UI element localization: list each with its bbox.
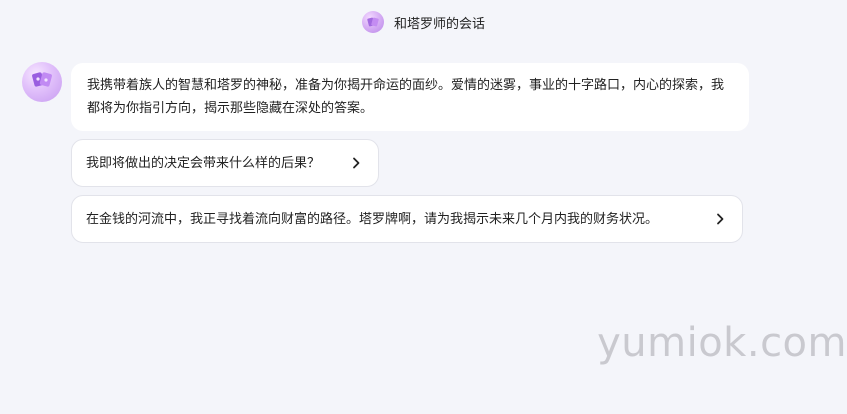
chevron-right-icon bbox=[348, 155, 364, 171]
intro-text: 我携带着族人的智慧和塔罗的神秘，准备为你揭开命运的面纱。爱情的迷雾，事业的十字路… bbox=[87, 78, 725, 116]
chat-header: 和塔罗师的会话 bbox=[0, 0, 847, 44]
tarot-cards-icon bbox=[30, 68, 54, 96]
chevron-right-icon bbox=[712, 211, 728, 227]
chat-title: 和塔罗师的会话 bbox=[393, 16, 485, 32]
assistant-intro-message: 我携带着族人的智慧和塔罗的神秘，准备为你揭开命运的面纱。爱情的迷雾，事业的十字路… bbox=[71, 63, 749, 131]
watermark: yumiok.com bbox=[597, 320, 847, 366]
suggestion-text: 我即将做出的决定会带来什么样的后果？ bbox=[86, 155, 321, 171]
assistant-avatar bbox=[22, 62, 62, 102]
tarot-cards-icon bbox=[361, 11, 384, 33]
suggestion-text: 在金钱的河流中，我正寻找着流向财富的路径。塔罗牌啊，请为我揭示未来几个月内我的财… bbox=[86, 211, 659, 227]
suggestion-item[interactable]: 在金钱的河流中，我正寻找着流向财富的路径。塔罗牌啊，请为我揭示未来几个月内我的财… bbox=[71, 195, 743, 243]
suggestion-item[interactable]: 我即将做出的决定会带来什么样的后果？ bbox=[71, 139, 379, 187]
